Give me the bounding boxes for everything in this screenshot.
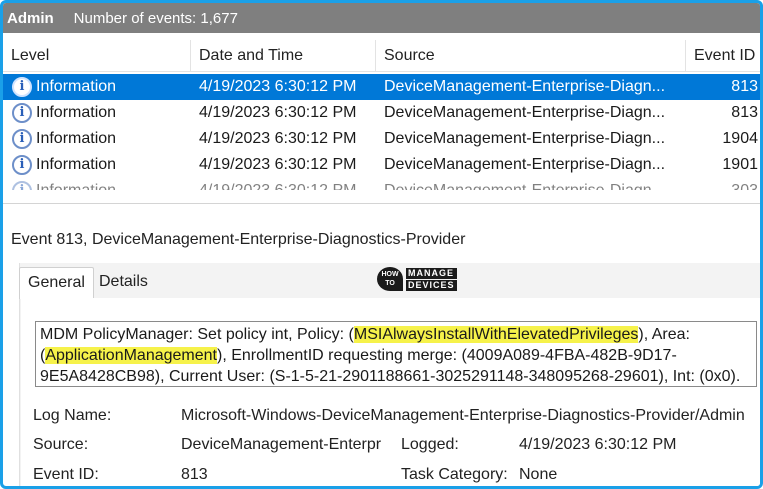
column-level[interactable]: Level [3, 40, 191, 72]
event-viewer-frame: Admin Number of events: 1,677 Level Date… [0, 0, 763, 489]
event-id-value: 813 [181, 466, 208, 483]
task-category-label: Task Category: [401, 466, 508, 483]
row-event-id: 813 [731, 78, 758, 95]
table-row[interactable]: i Information 4/19/2023 6:30:12 PM Devic… [3, 100, 760, 126]
task-category-value: None [519, 466, 558, 483]
information-icon: i [12, 181, 32, 190]
table-row[interactable]: i Information 4/19/2023 6:30:12 PM Devic… [3, 126, 760, 152]
message-policy: MSIAlwaysInstallWithElevatedPrivileges [353, 326, 639, 343]
logged-value: 4/19/2023 6:30:12 PM [519, 436, 677, 453]
table-row[interactable]: i Information 4/19/2023 6:30:12 PM Devic… [3, 152, 760, 178]
row-level: Information [36, 104, 117, 121]
row-event-id: 303 [693, 178, 758, 190]
row-source: DeviceManagement-Enterprise-Diagn... [384, 156, 666, 173]
column-date-time[interactable]: Date and Time [191, 40, 376, 72]
table-row[interactable]: i Information 4/19/2023 6:30:12 PM Devic… [3, 178, 760, 190]
row-event-id: 1901 [722, 156, 758, 173]
event-message[interactable]: MDM PolicyManager: Set policy int, Polic… [35, 321, 757, 387]
log-name-label: Log Name: [33, 407, 112, 424]
row-level: Information [36, 156, 117, 173]
tab-general[interactable]: General [19, 267, 94, 299]
row-source: DeviceManagement-Enterprise-Diagn... [384, 178, 684, 190]
log-header: Admin Number of events: 1,677 [3, 3, 760, 33]
row-date: 4/19/2023 6:30:12 PM [199, 78, 357, 95]
information-icon: i [12, 77, 32, 97]
message-part-1: MDM PolicyManager: Set policy int, Polic… [40, 326, 354, 343]
information-icon: i [12, 103, 32, 123]
row-level: Information [36, 130, 117, 147]
row-date: 4/19/2023 6:30:12 PM [199, 156, 357, 173]
event-count: Number of events: 1,677 [73, 9, 238, 27]
log-name-value: Microsoft-Windows-DeviceManagement-Enter… [181, 407, 745, 424]
source-value: DeviceManagement-Enterpr [181, 436, 382, 453]
row-source: DeviceManagement-Enterprise-Diagn... [384, 104, 666, 121]
pane-splitter[interactable] [3, 203, 760, 204]
table-row[interactable]: i Information 4/19/2023 6:30:12 PM Devic… [3, 74, 760, 100]
column-source[interactable]: Source [376, 40, 686, 72]
row-source: DeviceManagement-Enterprise-Diagn... [384, 130, 666, 147]
event-title: Event 813, DeviceManagement-Enterprise-D… [11, 231, 466, 248]
logged-label: Logged: [401, 436, 459, 453]
logo-line-1: MANAGE [406, 267, 457, 279]
row-event-id: 813 [731, 104, 758, 121]
event-id-label: Event ID: [33, 466, 99, 483]
message-area: ApplicationManagement [45, 347, 217, 364]
row-level: Information [36, 178, 186, 190]
row-source: DeviceManagement-Enterprise-Diagn... [384, 78, 666, 95]
logo-line-2: DEVICES [406, 279, 457, 291]
information-icon: i [12, 155, 32, 175]
tab-details[interactable]: Details [91, 267, 156, 297]
log-name: Admin [7, 9, 54, 27]
row-level: Information [36, 78, 117, 95]
howtomanagedevices-logo: HOW TO MANAGE DEVICES [377, 267, 457, 291]
row-date: 4/19/2023 6:30:12 PM [199, 130, 357, 147]
logo-how-to: HOW TO [377, 267, 403, 291]
row-date: 4/19/2023 6:30:12 PM [199, 104, 357, 121]
row-date: 4/19/2023 6:30:12 PM [199, 178, 374, 190]
row-event-id: 1904 [722, 130, 758, 147]
column-event-id[interactable]: Event ID [686, 40, 760, 72]
grid-header: Level Date and Time Source Event ID [3, 40, 760, 72]
events-grid[interactable]: Level Date and Time Source Event ID i In… [3, 40, 760, 190]
source-label: Source: [33, 436, 89, 453]
information-icon: i [12, 129, 32, 149]
